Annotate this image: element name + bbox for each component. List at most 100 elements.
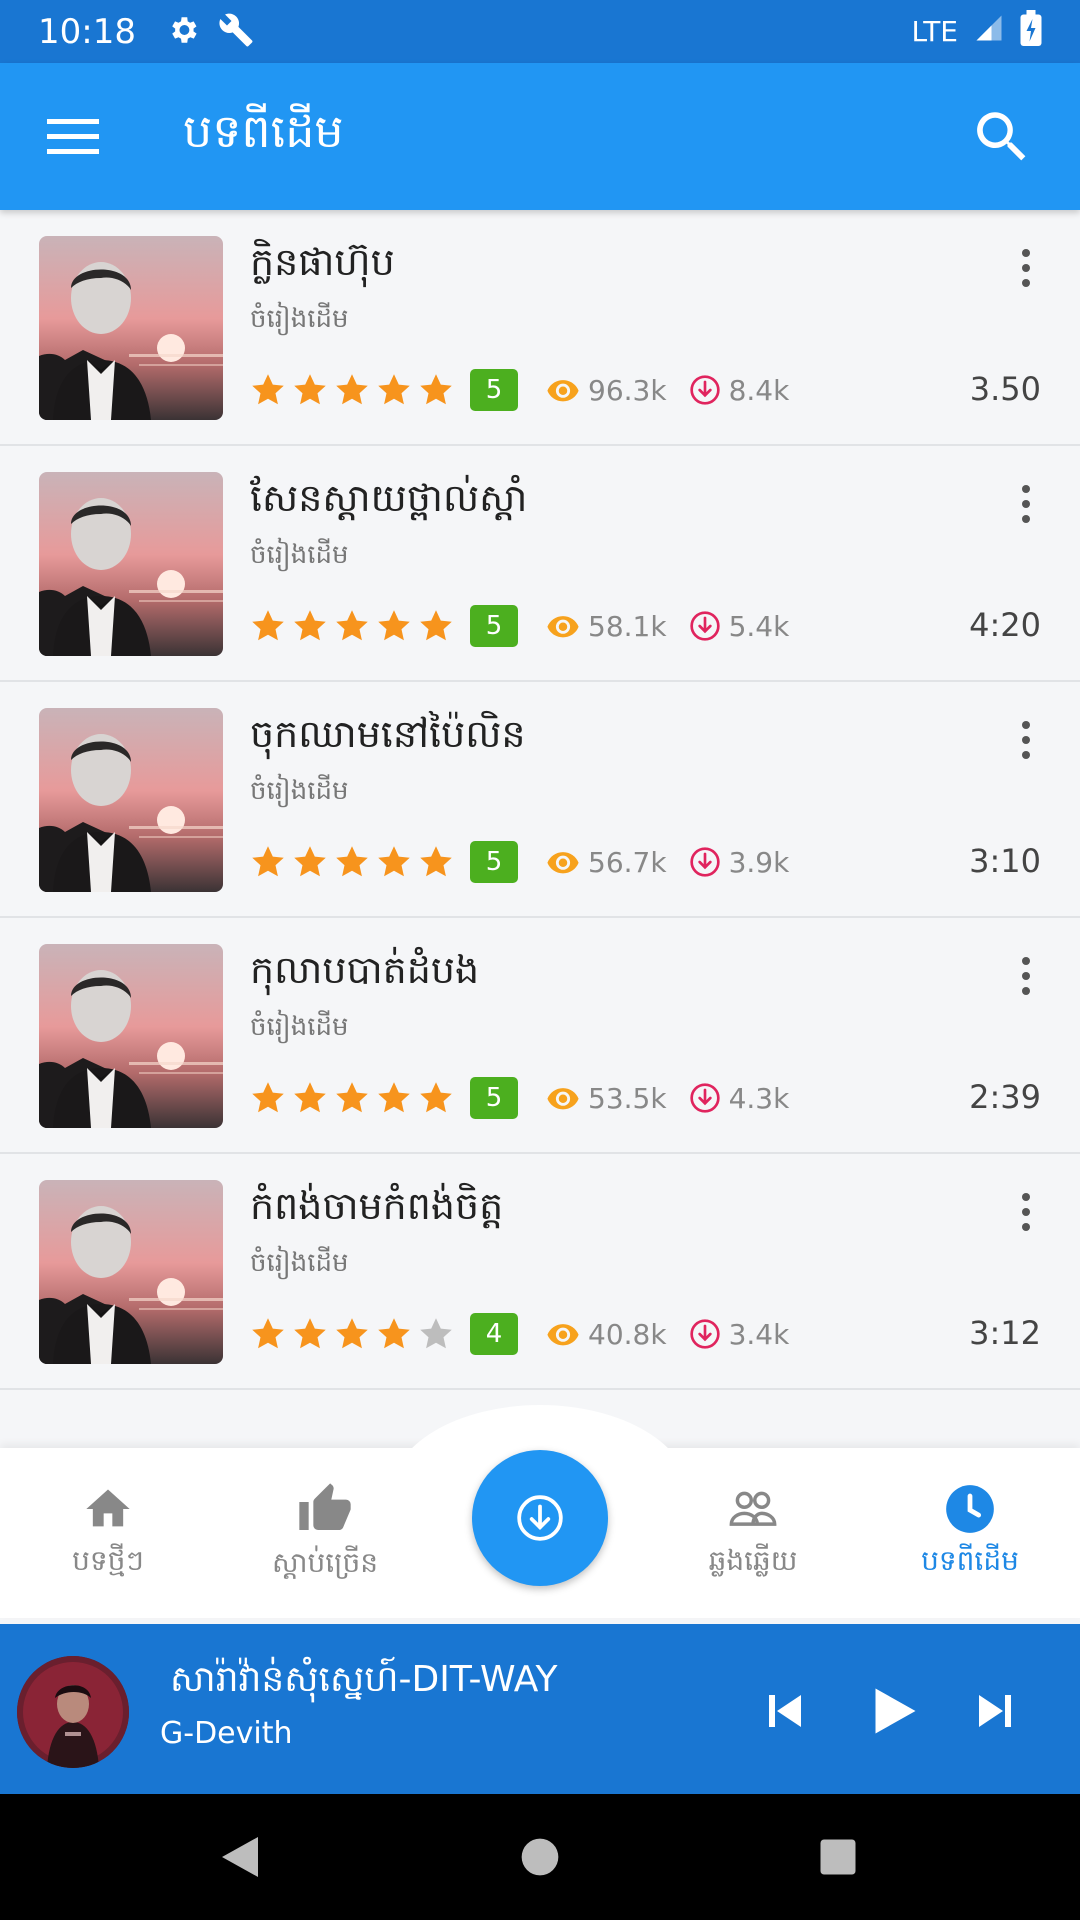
system-home-button[interactable] <box>505 1822 575 1892</box>
back-triangle-icon <box>222 1837 258 1877</box>
mini-player[interactable]: សារ៉ាវ៉ាន់សុំស្នេហ៍-DIT-WAY G-Devith <box>0 1624 1080 1794</box>
download-count: 3.9k <box>689 846 789 879</box>
star-rating <box>250 844 454 880</box>
download-count: 8.4k <box>689 374 789 407</box>
menu-button[interactable] <box>35 99 110 174</box>
download-count: 5.4k <box>689 610 789 643</box>
nav-label: ស្តាប់ច្រើន <box>271 1545 379 1579</box>
star-icon <box>378 1318 410 1349</box>
star-icon <box>336 1082 368 1113</box>
view-count: 40.8k <box>546 1317 667 1351</box>
eye-icon <box>547 616 579 638</box>
rating-badge: 5 <box>470 1077 518 1119</box>
star-icon <box>420 610 452 641</box>
nav-item-new-songs[interactable]: បទថ្មីៗ <box>8 1448 208 1618</box>
song-list-item[interactable]: ក្លិនផាហ៊ុប ចំរៀងដើម 5 96.3k 8.4k 3.50 <box>0 210 1080 446</box>
song-title: កុលាបបាត់ដំបង <box>250 948 480 992</box>
star-icon <box>336 374 368 405</box>
view-count: 96.3k <box>546 373 667 407</box>
settings-gear-icon <box>166 13 200 51</box>
more-options-button[interactable] <box>1006 948 1046 1004</box>
rating-badge: 5 <box>470 369 518 411</box>
status-time: 10:18 <box>38 11 136 52</box>
star-icon <box>252 610 284 641</box>
download-circle-icon <box>689 611 720 641</box>
star-icon <box>420 374 452 405</box>
nav-label: បទថ្មីៗ <box>72 1543 144 1577</box>
search-button[interactable] <box>962 97 1042 177</box>
song-meta: 5 96.3k 8.4k <box>250 368 789 412</box>
star-rating <box>250 608 454 644</box>
star-icon <box>420 1318 452 1349</box>
clock-icon <box>946 1484 994 1533</box>
previous-button[interactable] <box>750 1676 820 1746</box>
album-thumbnail <box>39 944 223 1128</box>
song-duration: 3:12 <box>969 1314 1041 1352</box>
star-icon <box>336 1318 368 1349</box>
star-icon <box>294 610 326 641</box>
next-button[interactable] <box>960 1676 1030 1746</box>
song-artist: ចំរៀងដើម <box>250 540 349 570</box>
page-title: បទពីដើម <box>183 104 344 158</box>
star-icon <box>252 1082 284 1113</box>
now-playing-artwork <box>17 1656 129 1768</box>
eye-icon <box>547 852 579 874</box>
more-options-button[interactable] <box>1006 1184 1046 1240</box>
song-list-item[interactable]: កុលាបបាត់ដំបង ចំរៀងដើម 5 53.5k 4.3k 2:39 <box>0 918 1080 1154</box>
album-thumbnail <box>39 1180 223 1364</box>
song-title: សែនស្តាយថ្ពាល់ស្តាំ <box>250 476 528 520</box>
system-back-button[interactable] <box>205 1822 275 1892</box>
song-artist: ចំរៀងដើម <box>250 1248 349 1278</box>
play-icon <box>875 1688 916 1734</box>
play-button[interactable] <box>858 1676 928 1746</box>
more-options-button[interactable] <box>1006 712 1046 768</box>
star-rating <box>250 372 454 408</box>
view-count: 58.1k <box>546 609 667 643</box>
nav-item-oldies[interactable]: បទពីដើម <box>870 1448 1070 1618</box>
song-meta: 5 56.7k 3.9k <box>250 840 789 884</box>
song-list-item[interactable]: សែនស្តាយថ្ពាល់ស្តាំ ចំរៀងដើម 5 58.1k 5.4… <box>0 446 1080 682</box>
star-rating <box>250 1316 454 1352</box>
signal-icon <box>974 13 1004 50</box>
system-recents-button[interactable] <box>803 1822 873 1892</box>
song-title: ចុកឈាមនៅប៉ៃលិន <box>250 712 526 756</box>
star-icon <box>378 846 410 877</box>
star-icon <box>378 374 410 405</box>
star-icon <box>294 846 326 877</box>
star-icon <box>294 1082 326 1113</box>
download-circle-icon <box>689 847 720 877</box>
eye-icon <box>547 1088 579 1110</box>
star-icon <box>420 1082 452 1113</box>
nav-label: ឆ្លងឆ្លើយ <box>708 1543 798 1577</box>
view-count: 53.5k <box>546 1081 667 1115</box>
people-icon <box>729 1491 777 1526</box>
nav-label: បទពីដើម <box>921 1543 1019 1577</box>
download-circle-icon <box>689 1319 720 1349</box>
song-artist: ចំរៀងដើម <box>250 304 349 334</box>
more-options-button[interactable] <box>1006 476 1046 532</box>
star-icon <box>294 374 326 405</box>
song-meta: 5 53.5k 4.3k <box>250 1076 789 1120</box>
eye-icon <box>547 1324 579 1346</box>
rating-badge: 5 <box>470 605 518 647</box>
system-navigation-bar <box>0 1794 1080 1920</box>
song-list-item[interactable]: ចុកឈាមនៅប៉ៃលិន ចំរៀងដើម 5 56.7k 3.9k 3:1… <box>0 682 1080 918</box>
download-fab[interactable] <box>472 1450 608 1586</box>
song-duration: 3:10 <box>969 842 1041 880</box>
battery-charging-icon <box>1020 10 1042 53</box>
more-options-button[interactable] <box>1006 240 1046 296</box>
home-icon <box>86 1489 130 1526</box>
song-title: កំពង់ចាមកំពង់ចិត្ត <box>250 1184 504 1228</box>
now-playing-artist: G-Devith <box>160 1716 293 1751</box>
song-artist: ចំរៀងដើម <box>250 776 349 806</box>
star-icon <box>252 1318 284 1349</box>
now-playing-title: សារ៉ាវ៉ាន់សុំស្នេហ៍-DIT-WAY <box>170 1659 558 1700</box>
download-circle-icon <box>689 1083 720 1113</box>
song-duration: 3.50 <box>969 370 1041 408</box>
song-title: ក្លិនផាហ៊ុប <box>250 240 395 284</box>
wrench-icon <box>218 12 254 52</box>
rating-badge: 4 <box>470 1313 518 1355</box>
download-count: 3.4k <box>689 1318 789 1351</box>
song-list-item[interactable]: កំពង់ចាមកំពង់ចិត្ត ចំរៀងដើម 4 40.8k 3.4k… <box>0 1154 1080 1390</box>
song-meta: 5 58.1k 5.4k <box>250 604 789 648</box>
